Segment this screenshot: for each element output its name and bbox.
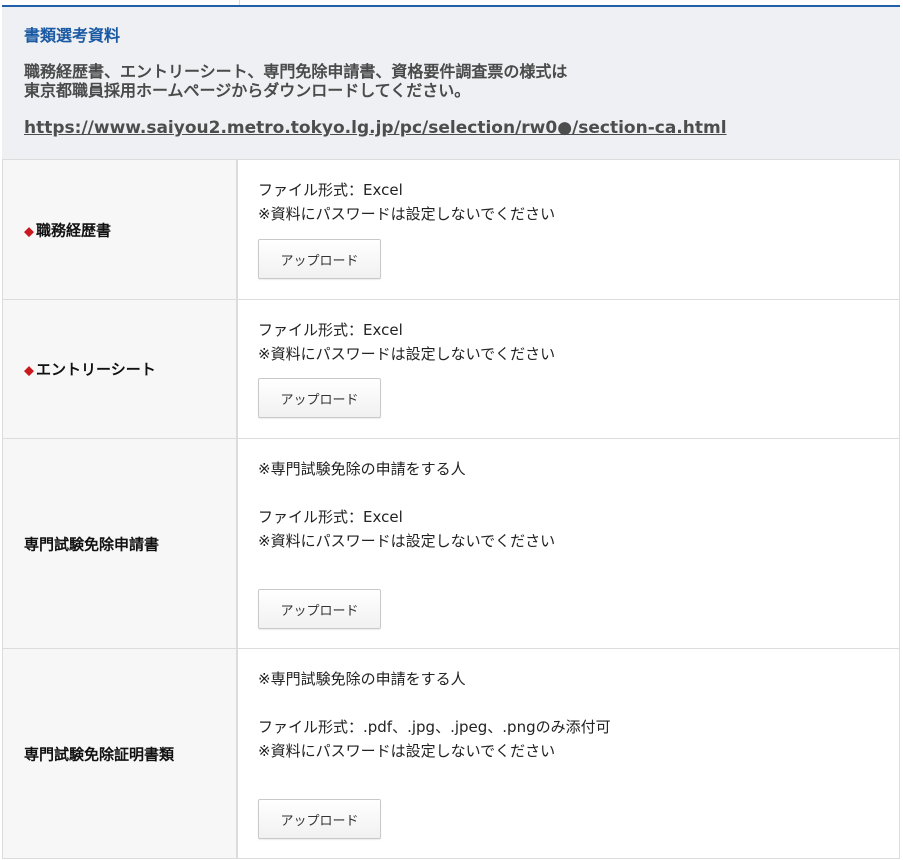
password-note-text: ※資料にパスワードは設定しないでください [258,742,556,760]
upload-button[interactable]: アップロード [258,378,381,418]
row-label: ◆ エントリーシート [24,359,156,380]
section-title: 書類選考資料 [24,26,121,45]
table-row: 専門試験免除証明書類 ※専門試験免除の申請をする人 ファイル形式：.pdf、.j… [2,649,900,859]
download-page-link[interactable]: https://www.saiyou2.metro.tokyo.lg.jp/pc… [24,118,727,138]
file-format-text: ファイル形式：Excel [258,181,403,199]
required-marker-icon: ◆ [24,224,34,239]
row-label-cell: 専門試験免除申請書 [2,439,238,648]
condition-text: ※専門試験免除の申請をする人 [258,460,466,478]
row-label-text: 職務経歴書 [36,221,112,239]
required-marker-icon: ◆ [24,363,34,379]
notice-text-line-1: 職務経歴書、エントリーシート、専門免除申請書、資格要件調査票の様式は [24,62,568,81]
password-note-text: ※資料にパスワードは設定しないでください [258,205,556,223]
password-note-text: ※資料にパスワードは設定しないでください [258,345,556,363]
row-content-cell: ※専門試験免除の申請をする人 ファイル形式：Excel ※資料にパスワードは設定… [240,439,900,648]
row-label-cell: 専門試験免除証明書類 [2,649,238,858]
file-format-text: ファイル形式：Excel [258,508,403,526]
row-label: 専門試験免除証明書類 [24,745,175,763]
notice-text-line-2: 東京都職員採用ホームページからダウンロードしてください。 [24,81,471,100]
document-upload-page: 書類選考資料 職務経歴書、エントリーシート、専門免除申請書、資格要件調査票の様式… [0,0,903,860]
upload-button[interactable]: アップロード [258,799,381,839]
row-content-cell: ファイル形式：Excel ※資料にパスワードは設定しないでください アップロード [240,300,900,438]
row-label-cell: ◆ エントリーシート [2,300,238,438]
row-label-text: エントリーシート [36,360,156,379]
row-content-cell: ※専門試験免除の申請をする人 ファイル形式：.pdf、.jpg、.jpeg、.p… [240,649,900,858]
row-label: 専門試験免除申請書 [24,535,160,553]
upload-button[interactable]: アップロード [258,239,381,279]
notice-panel: 書類選考資料 職務経歴書、エントリーシート、専門免除申請書、資格要件調査票の様式… [2,7,900,160]
notice-text: 職務経歴書、エントリーシート、専門免除申請書、資格要件調査票の様式は 東京都職員… [24,62,567,100]
table-row: 専門試験免除申請書 ※専門試験免除の申請をする人 ファイル形式：Excel ※資… [2,439,900,649]
password-note-text: ※資料にパスワードは設定しないでください [258,532,556,550]
file-format-text: ファイル形式：Excel [258,321,403,339]
row-label-cell: ◆ 職務経歴書 [2,160,238,299]
condition-text: ※専門試験免除の申請をする人 [258,670,466,688]
table-row: ◆ 職務経歴書 ファイル形式：Excel ※資料にパスワードは設定しないでください… [2,160,900,300]
file-format-text: ファイル形式：.pdf、.jpg、.jpeg、.pngのみ添付可 [258,718,611,736]
upload-button[interactable]: アップロード [258,589,381,629]
row-content-cell: ファイル形式：Excel ※資料にパスワードは設定しないでください アップロード [240,160,900,299]
row-label: ◆ 職務経歴書 [24,219,111,240]
table-row: ◆ エントリーシート ファイル形式：Excel ※資料にパスワードは設定しないでく… [2,300,900,439]
